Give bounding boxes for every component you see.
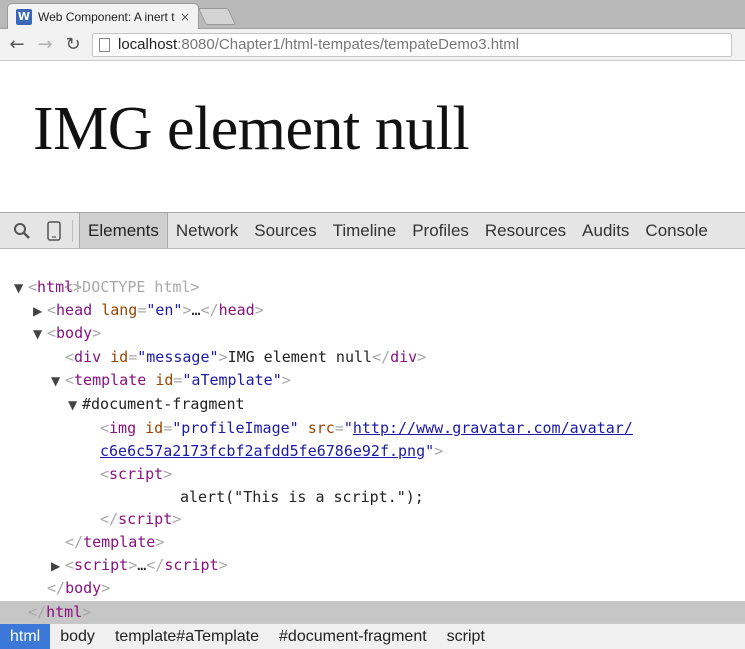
tab-console[interactable]: Console — [637, 213, 715, 248]
fragment-label: #document-fragment — [82, 395, 245, 413]
tag-name: img — [109, 419, 137, 437]
crumb-template[interactable]: template#aTemplate — [105, 624, 269, 649]
dom-node-html-close[interactable]: </html> — [0, 601, 745, 623]
expanded-triangle-icon[interactable]: ▼ — [14, 277, 28, 300]
attr-name: src — [307, 419, 335, 437]
tab-separator — [72, 219, 73, 242]
attr-value: "profileImage" — [172, 419, 299, 437]
dom-node-document-fragment[interactable]: ▼ #document-fragment — [0, 393, 745, 416]
src-link-continued[interactable]: c6e6c57a2173fcbf2afdd5fe6786e92f.png — [100, 442, 425, 460]
tag-name: body — [56, 324, 93, 342]
dom-tree: <!DOCTYPE html> ▼ <html> ▶ <head lang="en"… — [0, 250, 745, 601]
browser-tab[interactable]: W Web Component: A inert t × — [7, 3, 199, 29]
tag-name: div — [74, 348, 102, 366]
attr-value: "message" — [137, 348, 219, 366]
dom-node-template-close[interactable]: </template> — [0, 531, 745, 554]
tab-strip: W Web Component: A inert t × — [0, 0, 745, 29]
tab-close-icon[interactable]: × — [180, 10, 192, 24]
dom-node-template[interactable]: ▼ <template id="aTemplate"> — [0, 369, 745, 392]
dom-node-head[interactable]: ▶ <head lang="en">…</head> — [0, 299, 745, 322]
tab-elements[interactable]: Elements — [79, 213, 168, 248]
crumb-script[interactable]: script — [437, 624, 495, 649]
expanded-triangle-icon[interactable]: ▼ — [51, 370, 65, 393]
tag-name: body — [65, 579, 102, 597]
collapsed-ellipsis: … — [191, 301, 201, 319]
device-mode-icon[interactable] — [44, 220, 64, 242]
url-host: localhost — [118, 36, 178, 53]
new-tab-button[interactable] — [198, 8, 236, 25]
dom-node-img-continued[interactable]: c6e6c57a2173fcbf2afdd5fe6786e92f.png"> — [0, 440, 745, 463]
crumb-document-fragment[interactable]: #document-fragment — [269, 624, 437, 649]
tag-name: template — [74, 371, 147, 389]
dom-node-doctype[interactable]: <!DOCTYPE html> — [0, 253, 745, 296]
tag-name: div — [390, 348, 418, 366]
page-viewport: IMG element null — [0, 62, 745, 212]
expanded-triangle-icon[interactable]: ▼ — [33, 323, 47, 346]
attr-name: id — [110, 348, 129, 366]
tag-name: script — [74, 556, 129, 574]
forward-arrow-icon[interactable]: → — [34, 34, 56, 56]
tab-timeline[interactable]: Timeline — [325, 213, 405, 248]
dom-node-img[interactable]: <img id="profileImage" src="http://www.g… — [0, 417, 745, 440]
attr-value: "en" — [146, 301, 183, 319]
dom-node-script-collapsed[interactable]: ▶ <script>…</script> — [0, 554, 745, 577]
tag-name: head — [218, 301, 255, 319]
collapsed-ellipsis: … — [137, 556, 147, 574]
back-arrow-icon[interactable]: ← — [6, 34, 28, 56]
search-icon[interactable] — [12, 220, 32, 242]
src-link[interactable]: http://www.gravatar.com/avatar/ — [353, 419, 633, 437]
dom-node-script[interactable]: <script> — [0, 463, 745, 486]
tab-title: Web Component: A inert t — [38, 9, 175, 24]
tab-sources[interactable]: Sources — [246, 213, 324, 248]
attr-value: "aTemplate" — [182, 371, 282, 389]
page-icon — [99, 37, 110, 52]
page-heading: IMG element null — [33, 95, 470, 163]
tag-name: script — [164, 556, 219, 574]
browser-toolbar: ← → ↻ localhost:8080/Chapter1/html-tempa… — [0, 29, 745, 61]
tab-audits[interactable]: Audits — [574, 213, 637, 248]
tag-name: template — [83, 533, 156, 551]
favicon-icon: W — [16, 8, 32, 25]
tag-name: head — [56, 301, 93, 319]
tag-name: html — [37, 278, 74, 296]
devtools-tabbar: Elements Network Sources Timeline Profil… — [0, 212, 745, 249]
collapsed-triangle-icon[interactable]: ▶ — [51, 555, 65, 578]
tag-name: html — [46, 603, 83, 621]
tab-profiles[interactable]: Profiles — [404, 213, 477, 248]
attr-name: lang — [101, 301, 138, 319]
text-node: IMG element null — [227, 348, 373, 366]
url-path: :8080/Chapter1/html-tempates/tempateDemo… — [177, 36, 520, 53]
script-content: alert("This is a script."); — [180, 488, 424, 506]
attr-name: id — [155, 371, 174, 389]
tab-network[interactable]: Network — [168, 213, 246, 248]
dom-node-html[interactable]: ▼ <html> — [0, 276, 745, 299]
collapsed-triangle-icon[interactable]: ▶ — [33, 300, 47, 323]
tab-resources[interactable]: Resources — [477, 213, 574, 248]
reload-icon[interactable]: ↻ — [62, 34, 84, 56]
dom-node-body[interactable]: ▼ <body> — [0, 322, 745, 345]
tag-name: script — [118, 510, 173, 528]
crumb-html[interactable]: html — [0, 624, 51, 649]
dom-node-body-close[interactable]: </body> — [0, 577, 745, 600]
script-text-node[interactable]: alert("This is a script."); — [0, 486, 745, 509]
crumb-body[interactable]: body — [50, 624, 105, 649]
address-bar[interactable]: localhost:8080/Chapter1/html-tempates/te… — [92, 32, 732, 57]
attr-name: id — [145, 419, 164, 437]
breadcrumb: html body template#aTemplate #document-f… — [0, 623, 745, 649]
dom-node-div-message[interactable]: <div id="message">IMG element null</div> — [0, 346, 745, 369]
expanded-triangle-icon[interactable]: ▼ — [68, 394, 82, 417]
tag-name: script — [109, 465, 164, 483]
dom-node-script-close[interactable]: </script> — [0, 508, 745, 531]
